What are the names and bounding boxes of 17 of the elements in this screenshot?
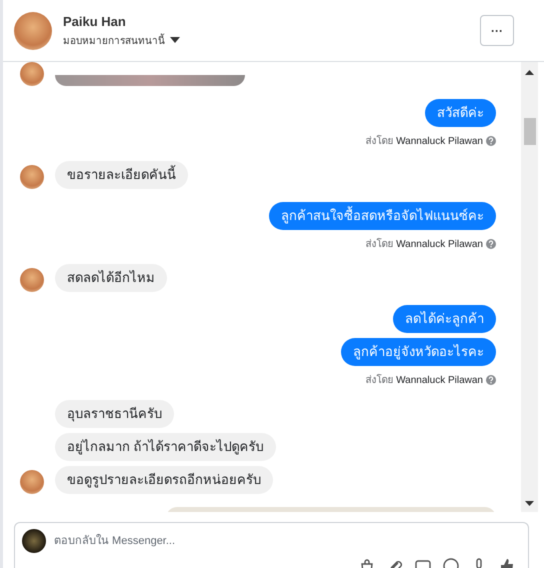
received-message: ขอดูรูปรายละเอียดรถอีกหน่อยครับ <box>55 466 273 494</box>
assign-conversation-dropdown[interactable]: มอบหมายการสนทนานี้ <box>63 32 180 48</box>
received-message: อุบลราชธานีครับ <box>55 400 174 428</box>
sent-by-label: ส่งโดย Wannaluck Pilawan <box>365 373 483 387</box>
reply-input-field[interactable]: ตอบกลับใน Messenger... <box>54 531 521 551</box>
reply-field[interactable]: ตอบกลับใน Messenger... <box>14 522 529 568</box>
more-options-button[interactable]: ··· <box>480 15 514 46</box>
sent-message: ลูกค้าอยู่จังหวัดอะไรคะ <box>341 338 496 366</box>
sent-message: ลดได้ค่ะลูกค้า <box>393 305 496 333</box>
sent-message: ลูกค้าสนใจซื้อสดหรือจัดไฟแนนซ์คะ <box>269 202 496 230</box>
received-message: ขอรายละเอียดคันนี้ <box>55 161 188 189</box>
received-message: อยู่ไกลมาก ถ้าได้ราคาดีจะไปดูครับ <box>55 433 276 461</box>
sent-by-label: ส่งโดย Wannaluck Pilawan <box>365 237 483 251</box>
sent-by-label: ส่งโดย Wannaluck Pilawan <box>365 134 483 148</box>
sent-message: สวัสดีค่ะ <box>425 99 496 127</box>
received-message: สดลดได้อีกไหม <box>55 264 167 292</box>
contact-name: Paiku Han <box>63 14 126 28</box>
